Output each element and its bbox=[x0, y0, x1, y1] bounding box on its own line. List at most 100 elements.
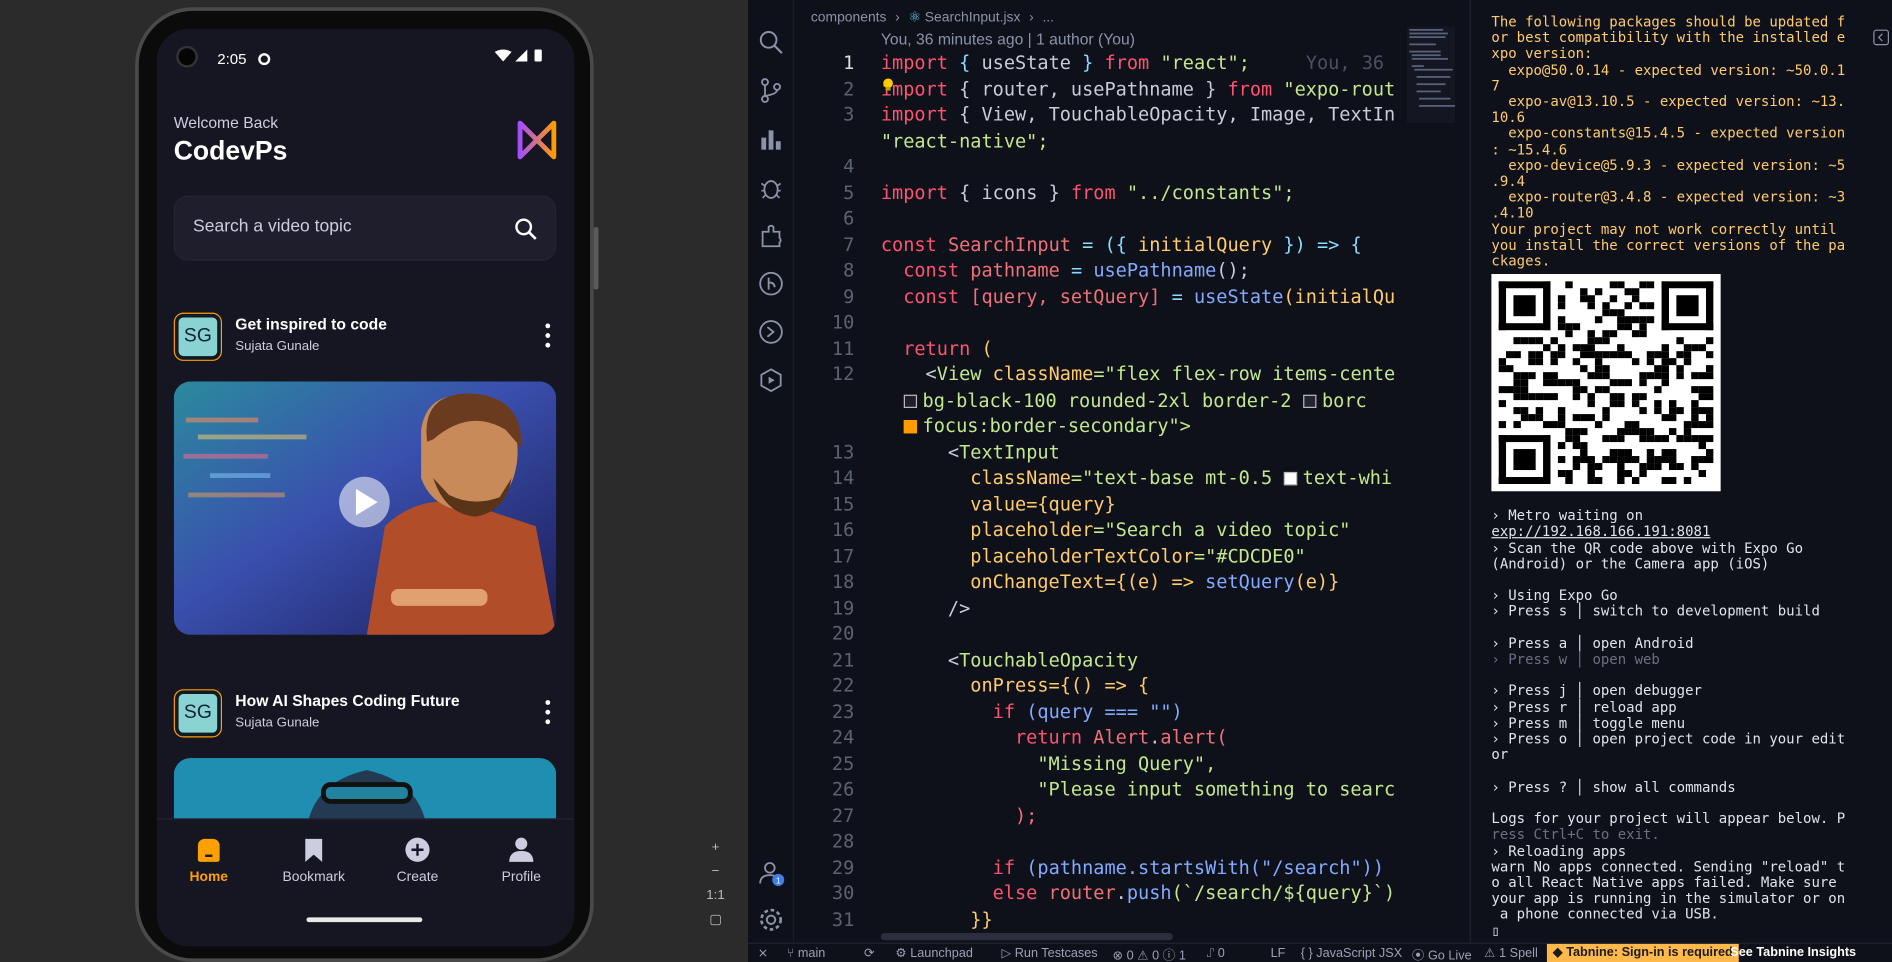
sync-icon[interactable]: ⟳ bbox=[864, 946, 875, 960]
phone-side-button bbox=[593, 226, 599, 290]
tab-profile[interactable]: Profile bbox=[485, 836, 557, 885]
remote-icon[interactable]: ⨯ bbox=[758, 946, 769, 960]
terminal-panel[interactable]: The following packages should be updated… bbox=[1469, 0, 1871, 943]
terminal-line: or best compatibility with the installed… bbox=[1491, 29, 1846, 47]
testing-icon[interactable] bbox=[758, 367, 785, 394]
camera-icon bbox=[176, 45, 198, 68]
zoom-reset-button[interactable]: 1:1 bbox=[705, 884, 727, 908]
chart-icon[interactable] bbox=[758, 126, 785, 153]
terminal-line: your app is running in the simulator or … bbox=[1491, 889, 1846, 907]
git-graph-icon[interactable] bbox=[758, 270, 785, 297]
breadcrumb-file[interactable]: SearchInput.jsx bbox=[925, 11, 1021, 25]
username-heading: CodevPs bbox=[173, 135, 288, 166]
terminal-line: : ~15.4.6 bbox=[1491, 140, 1568, 158]
color-swatch[interactable] bbox=[903, 394, 917, 408]
terminal-line: .9.4 bbox=[1491, 172, 1526, 190]
terminal-line: › Press m │ toggle menu bbox=[1491, 714, 1686, 732]
problems-item[interactable]: ⊗ 0 ⚠ 0 ⓘ 1 bbox=[1113, 946, 1186, 962]
tabnine-item[interactable]: ◆ Tabnine: Sign-in is required bbox=[1546, 943, 1739, 962]
breadcrumb-symbol[interactable]: ... bbox=[1042, 11, 1054, 25]
video-card-header: SG How AI Shapes Coding Future Sujata Gu… bbox=[173, 689, 557, 740]
spell-item[interactable]: ⚠ 1 Spell bbox=[1484, 946, 1538, 960]
search-input[interactable]: Search a video topic bbox=[173, 195, 557, 261]
terminal-line: Logs for your project will appear below.… bbox=[1491, 810, 1846, 827]
terminal-line: exp://192.168.166.191:8081 bbox=[1491, 523, 1711, 541]
color-swatch[interactable] bbox=[1283, 471, 1297, 486]
accounts-icon[interactable]: 1 bbox=[758, 859, 785, 886]
terminal-line: expo@50.0.14 - expected version: ~50.0.1 bbox=[1491, 61, 1846, 78]
accounts-badge: 1 bbox=[776, 876, 781, 886]
eol-item[interactable]: LF bbox=[1271, 946, 1286, 960]
debug-icon[interactable] bbox=[758, 174, 785, 201]
terminal-line: expo-router@3.4.8 - expected version: ~3 bbox=[1491, 188, 1846, 206]
color-swatch[interactable] bbox=[1302, 394, 1316, 408]
close-panel-icon[interactable] bbox=[1873, 29, 1890, 46]
ports-item[interactable]: ⑀ 0 bbox=[1207, 946, 1225, 960]
app-logo-icon bbox=[516, 118, 557, 161]
screenshot-button[interactable]: ▢ bbox=[705, 908, 727, 932]
terminal-line: › Press ? │ show all commands bbox=[1491, 778, 1736, 796]
video-thumbnail[interactable] bbox=[173, 381, 557, 635]
more-options-icon[interactable] bbox=[544, 322, 551, 349]
home-icon bbox=[197, 838, 220, 862]
zoom-out-button[interactable]: − bbox=[705, 859, 727, 883]
minimap[interactable] bbox=[1406, 26, 1456, 124]
remote-explorer-icon[interactable] bbox=[758, 319, 785, 346]
terminal-line: ress Ctrl+C to exit. bbox=[1491, 825, 1660, 843]
emulator-pane: 2:05 Welcome Back CodevPs Search a video… bbox=[0, 0, 749, 962]
terminal-line: › Press w │ open web bbox=[1491, 650, 1660, 668]
avatar[interactable]: SG bbox=[173, 689, 223, 738]
git-branch-item[interactable]: ⑂ main bbox=[787, 946, 826, 960]
terminal-line: ckages. bbox=[1491, 252, 1551, 270]
terminal-line: › Reloading apps bbox=[1491, 841, 1627, 859]
terminal-line: ▯ bbox=[1491, 921, 1500, 939]
tabnine-insights-item[interactable]: See Tabnine Insights bbox=[1724, 944, 1862, 962]
line-number: 6 bbox=[843, 207, 855, 230]
tab-bookmark[interactable]: Bookmark bbox=[278, 836, 350, 885]
lightbulb-icon[interactable] bbox=[882, 77, 894, 91]
editor-horizontal-scrollbar[interactable] bbox=[880, 933, 1173, 941]
launchpad-item[interactable]: ⚙ Launchpad bbox=[895, 946, 973, 960]
color-swatch[interactable] bbox=[903, 420, 917, 434]
terminal-line: .4.10 bbox=[1491, 204, 1534, 222]
language-mode-item[interactable]: { } JavaScript JSX bbox=[1301, 946, 1402, 960]
line-number: 4 bbox=[843, 155, 855, 178]
search-icon[interactable] bbox=[514, 217, 538, 241]
tab-create[interactable]: Create bbox=[381, 836, 453, 885]
go-live-item[interactable]: ⦿ Go Live bbox=[1412, 946, 1472, 962]
terminal-line: › Press o │ open project code in your ed… bbox=[1491, 730, 1846, 748]
avatar[interactable]: SG bbox=[173, 312, 223, 361]
welcome-label: Welcome Back bbox=[173, 113, 279, 132]
tab-home[interactable]: Home bbox=[173, 836, 245, 885]
terminal-line: expo-av@13.10.5 - expected version: ~13. bbox=[1491, 92, 1846, 110]
terminal-line: expo-device@5.9.3 - expected version: ~5 bbox=[1491, 156, 1846, 174]
terminal-line: o all React Native apps failed. Make sur… bbox=[1491, 873, 1837, 891]
terminal-line: a phone connected via USB. bbox=[1491, 905, 1719, 923]
codelens-blame[interactable]: You, 36 minutes ago | 1 author (You) bbox=[881, 30, 1135, 48]
react-icon: ⚛ bbox=[908, 10, 921, 26]
code-editor[interactable]: 1 2 3 4 5 6 7 8 9 10 11 12 13 14 15 16 17 18 19 20 21 22 23 24 2… bbox=[794, 51, 1450, 943]
source-control-icon[interactable] bbox=[758, 77, 785, 104]
terminal-line: › Press a │ open Android bbox=[1491, 634, 1694, 652]
profile-icon bbox=[509, 837, 534, 862]
terminal-line: 7 bbox=[1491, 77, 1500, 94]
run-testcases-item[interactable]: ▷ Run Testcases bbox=[1002, 946, 1098, 960]
terminal-side-strip bbox=[1870, 0, 1892, 943]
extensions-icon[interactable] bbox=[758, 222, 785, 249]
line-number: 10 bbox=[831, 311, 855, 334]
home-indicator bbox=[306, 917, 423, 923]
terminal-line: xpo version: bbox=[1491, 45, 1593, 63]
line-number: 20 bbox=[831, 622, 855, 645]
video-author: Sujata Gunale bbox=[235, 715, 320, 731]
notification-icon bbox=[258, 53, 271, 66]
breadcrumb-folder[interactable]: components bbox=[811, 11, 887, 25]
search-icon[interactable] bbox=[758, 29, 785, 56]
settings-gear-icon[interactable] bbox=[758, 906, 785, 933]
more-options-icon[interactable] bbox=[544, 699, 551, 726]
phone-screen: 2:05 Welcome Back CodevPs Search a video… bbox=[156, 28, 575, 947]
zoom-in-button[interactable]: + bbox=[705, 835, 727, 859]
terminal-line: or bbox=[1491, 746, 1509, 764]
